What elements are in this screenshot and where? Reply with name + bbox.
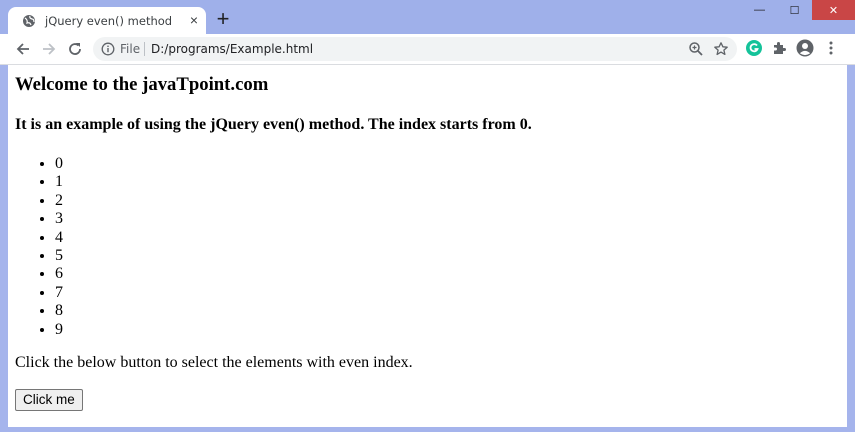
puzzle-icon[interactable]	[771, 39, 789, 57]
reload-icon[interactable]	[65, 39, 85, 59]
forward-arrow-icon[interactable]	[39, 39, 59, 59]
list-item: 7	[55, 284, 63, 302]
profile-icon[interactable]	[796, 39, 814, 57]
address-url[interactable]: D:/programs/Example.html	[151, 42, 313, 56]
list-item: 3	[55, 210, 63, 228]
maximize-button[interactable]: ☐	[777, 0, 812, 20]
browser-window: jQuery even() method × + — ☐ ✕ File D:/p…	[0, 0, 855, 432]
tab-title: jQuery even() method	[45, 14, 173, 28]
minimize-button[interactable]: —	[742, 0, 777, 20]
list-item: 4	[55, 229, 63, 247]
window-controls: — ☐ ✕	[742, 0, 855, 20]
tab-active[interactable]: jQuery even() method ×	[8, 7, 206, 34]
back-arrow-icon[interactable]	[13, 39, 33, 59]
page-title: Welcome to the javaTpoint.com	[15, 74, 269, 95]
list-item: 0	[55, 155, 63, 173]
click-me-button[interactable]: Click me	[15, 389, 83, 411]
list-item: 5	[55, 247, 63, 265]
page-content: Welcome to the javaTpoint.com It is an e…	[8, 65, 847, 427]
list-item: 8	[55, 302, 63, 320]
star-icon[interactable]	[713, 41, 729, 57]
close-tab-icon[interactable]: ×	[186, 12, 202, 28]
kebab-menu-icon[interactable]	[822, 39, 840, 57]
address-scheme: File	[120, 42, 141, 56]
close-window-button[interactable]: ✕	[812, 0, 855, 20]
list-item: 1	[55, 173, 63, 191]
browser-toolbar: File D:/programs/Example.html	[0, 34, 855, 65]
address-bar[interactable]: File D:/programs/Example.html	[93, 37, 737, 61]
instruction-text: Click the below button to select the ele…	[15, 354, 413, 371]
address-divider	[144, 42, 145, 56]
grammarly-icon[interactable]	[745, 39, 763, 57]
list-item: 6	[55, 265, 63, 283]
info-icon[interactable]	[101, 42, 115, 56]
list-item: 2	[55, 192, 63, 210]
window-bottom-edge	[0, 427, 855, 432]
page-subtitle: It is an example of using the jQuery eve…	[15, 116, 532, 133]
globe-icon	[22, 14, 36, 28]
list-item: 9	[55, 321, 63, 339]
tab-strip: jQuery even() method × + — ☐ ✕	[0, 0, 855, 34]
new-tab-button[interactable]: +	[213, 8, 233, 30]
zoom-icon[interactable]	[688, 41, 704, 57]
number-list: 0 1 2 3 4 5 6 7 8 9	[15, 155, 63, 339]
